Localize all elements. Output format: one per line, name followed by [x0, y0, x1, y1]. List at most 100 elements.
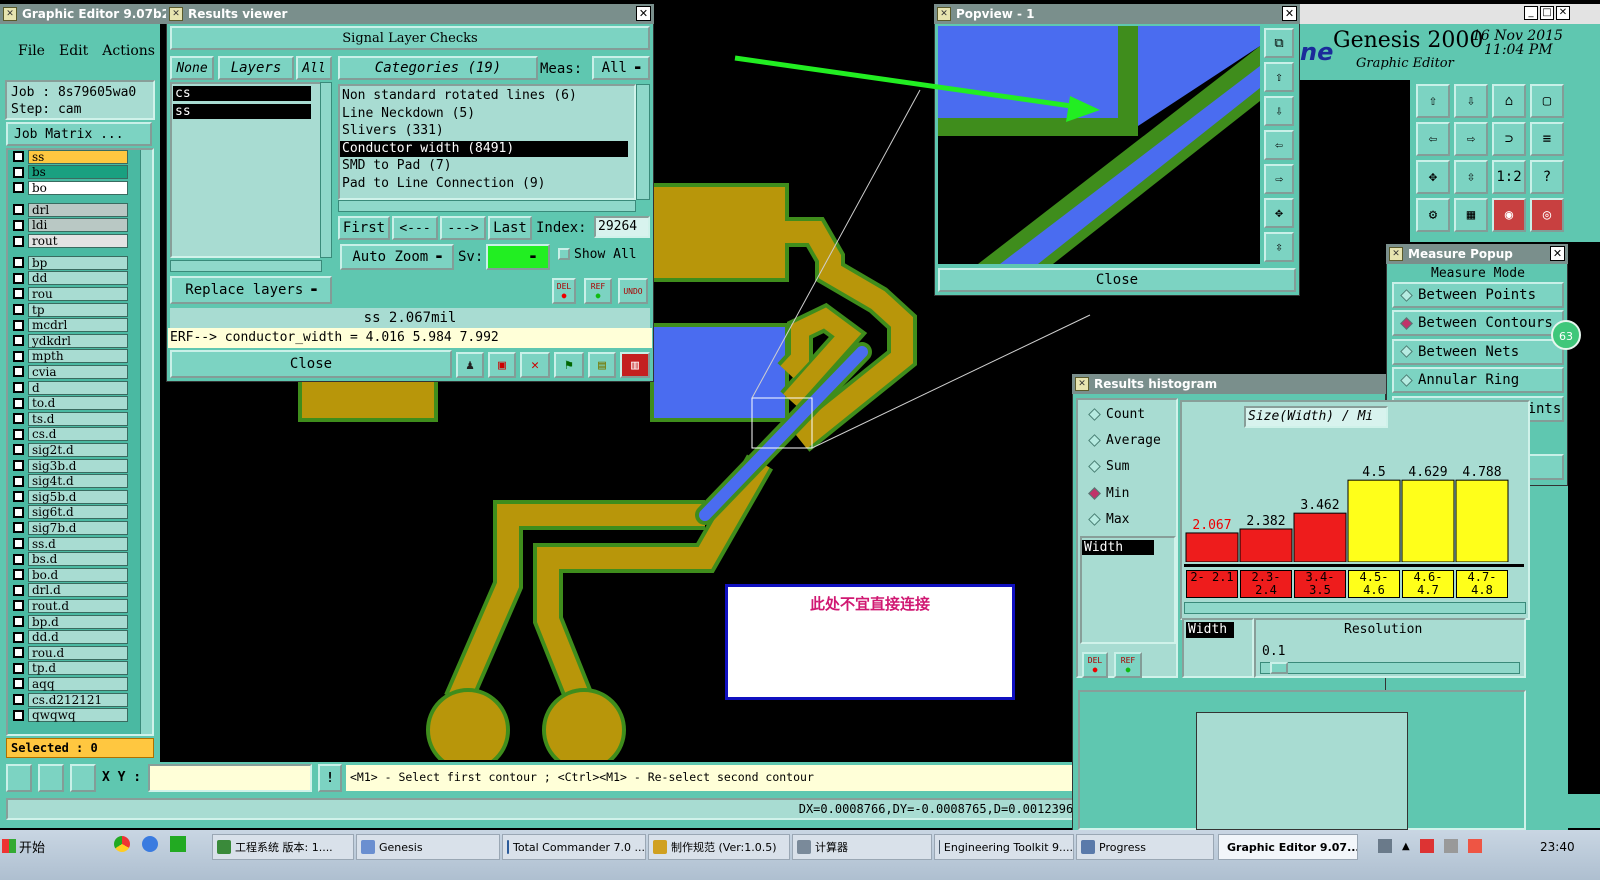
results-close-button[interactable]: Close [170, 350, 452, 378]
layer-row[interactable]: bp.d [10, 614, 128, 629]
layer-row[interactable]: bo.d [10, 567, 128, 582]
start-button[interactable]: 开始 [2, 834, 62, 858]
layer-checkbox[interactable] [13, 382, 24, 393]
histogram-bar[interactable] [1239, 528, 1293, 562]
monitor-icon[interactable]: ▣ [488, 352, 516, 378]
tab-all[interactable]: All [296, 56, 332, 80]
layer-checkbox[interactable] [13, 475, 24, 487]
layer-row[interactable]: tp.d [10, 661, 128, 676]
layer-row[interactable]: cs.d212121 [10, 692, 128, 707]
category-item[interactable]: Non standard rotated lines (6) [340, 88, 628, 104]
up-arrow-icon[interactable]: ▲ [1402, 841, 1410, 852]
tool-icon[interactable]: ⇩ [1454, 84, 1488, 118]
replace-layers-dropdown[interactable]: Replace layers ▬ [170, 276, 332, 304]
layer-checkbox[interactable] [13, 694, 24, 705]
layer-row[interactable]: tp [10, 302, 128, 317]
histogram-bar[interactable] [1401, 479, 1455, 562]
tool-icon[interactable]: ▦ [1454, 198, 1488, 232]
next-button[interactable]: ---> [440, 216, 486, 240]
taskbar-item[interactable]: Engineering Toolkit 9.... [934, 834, 1074, 860]
layer-checkbox[interactable] [13, 204, 24, 216]
categories-button[interactable]: Categories (19) [338, 56, 538, 80]
layer-list-hscroll[interactable] [170, 260, 322, 272]
tool-icon[interactable]: 1:2 [1492, 160, 1526, 194]
show-all-checkbox[interactable] [558, 248, 570, 260]
del-icon[interactable]: DEL ● [552, 278, 576, 304]
layer-row[interactable]: bp [10, 255, 128, 270]
layer-checkbox[interactable] [13, 235, 24, 247]
measure-mode-option[interactable]: Between Contours [1392, 310, 1564, 337]
prev-button[interactable]: <--- [392, 216, 438, 240]
flag-icon[interactable]: ⚑ [554, 352, 584, 378]
histogram-option[interactable]: Count [1082, 402, 1145, 426]
category-item[interactable]: Slivers (331) [340, 123, 628, 139]
layer-row[interactable]: sig5b.d [10, 489, 128, 504]
last-button[interactable]: Last [488, 216, 532, 240]
tool-icon[interactable]: ⇨ [1454, 122, 1488, 156]
layer-row[interactable]: sig4t.d [10, 474, 128, 489]
layer-row[interactable]: rout [10, 234, 128, 249]
taskbar-item[interactable]: Genesis [356, 834, 500, 860]
histogram-option[interactable]: Average [1082, 428, 1161, 452]
layer-row[interactable]: d [10, 380, 128, 395]
layer-checkbox[interactable] [13, 182, 24, 194]
layer-checkbox[interactable] [13, 288, 24, 300]
category-item[interactable]: Pad to Line Connection (9) [340, 176, 628, 192]
sv-color-dropdown[interactable]: ▬ [486, 244, 550, 270]
undo-icon[interactable]: UNDO [618, 278, 648, 304]
layer-checkbox[interactable] [13, 272, 24, 284]
tool-icon[interactable]: ≡ [1530, 122, 1564, 156]
taskbar-item[interactable]: 计算器 [792, 834, 932, 860]
index-input[interactable]: 29264 [594, 216, 650, 238]
layer-row[interactable]: rou [10, 286, 128, 301]
layer-row[interactable]: cs.d [10, 427, 128, 442]
ie-icon[interactable] [142, 836, 158, 852]
close-icon[interactable]: ✕ [1550, 246, 1565, 261]
layer-row[interactable]: ss.d [10, 536, 128, 551]
layer-checkbox[interactable] [13, 678, 24, 690]
histogram-option[interactable]: Sum [1082, 455, 1129, 479]
layer-row[interactable]: sig6t.d [10, 505, 128, 520]
layer-checkbox[interactable] [13, 428, 24, 440]
layer-row[interactable]: qwqwq [10, 708, 128, 723]
tool-icon[interactable]: ▢ [1530, 84, 1564, 118]
popview-tool-icon[interactable]: ⧉ [1264, 28, 1294, 58]
angle-tool-icon[interactable] [38, 764, 64, 792]
layer-row[interactable]: bs.d [10, 552, 128, 567]
layer-checkbox[interactable] [13, 522, 24, 534]
taskbar-item[interactable]: Total Commander 7.0 ... [502, 834, 646, 860]
menu-file[interactable]: File [18, 43, 45, 59]
layer-row[interactable]: sig7b.d [10, 520, 128, 535]
layer-result-cs[interactable]: cs [173, 86, 311, 101]
layer-row[interactable]: drl [10, 202, 128, 217]
tool-icon[interactable]: ⌂ [1492, 84, 1526, 118]
layer-list-vscroll[interactable] [320, 82, 332, 258]
popview-tool-icon[interactable]: ⇧ [1264, 62, 1294, 92]
window-controls[interactable]: _ □ ✕ [1524, 6, 1596, 22]
layer-checkbox[interactable] [13, 506, 24, 518]
close-icon[interactable]: ✕ [1556, 6, 1570, 20]
tool-icon[interactable]: ⚙ [1416, 198, 1450, 232]
layer-checkbox[interactable] [13, 413, 24, 425]
measure-mode-option[interactable]: Between Nets [1392, 338, 1564, 365]
histogram-bar[interactable] [1455, 479, 1509, 562]
tray-app-icon[interactable] [1467, 839, 1482, 853]
category-vscroll[interactable] [636, 84, 650, 200]
hist-del-icon[interactable]: DEL ● [1082, 652, 1108, 678]
popview-tool-icon[interactable]: ⇦ [1264, 130, 1294, 160]
layer-checkbox[interactable] [13, 616, 24, 627]
tool-icon[interactable]: ⇳ [1454, 160, 1488, 194]
layer-checkbox[interactable] [13, 631, 24, 643]
layer-row[interactable]: bs [10, 165, 128, 180]
ref-icon[interactable]: REF ● [584, 278, 612, 304]
tool-icon[interactable]: ✥ [1416, 160, 1450, 194]
layer-checkbox[interactable] [13, 647, 24, 659]
category-item[interactable]: SMD to Pad (7) [340, 158, 628, 174]
chrome-icon[interactable] [114, 836, 130, 852]
layer-row[interactable]: rout.d [10, 598, 128, 613]
taskbar-item[interactable]: 制作规范 (Ver:1.0.5) [648, 834, 790, 860]
tool-icon[interactable]: ◉ [1492, 198, 1526, 232]
first-button[interactable]: First [338, 216, 390, 240]
popview-tool-icon[interactable]: ⇳ [1264, 232, 1294, 262]
histogram-option[interactable]: Min [1082, 481, 1129, 505]
